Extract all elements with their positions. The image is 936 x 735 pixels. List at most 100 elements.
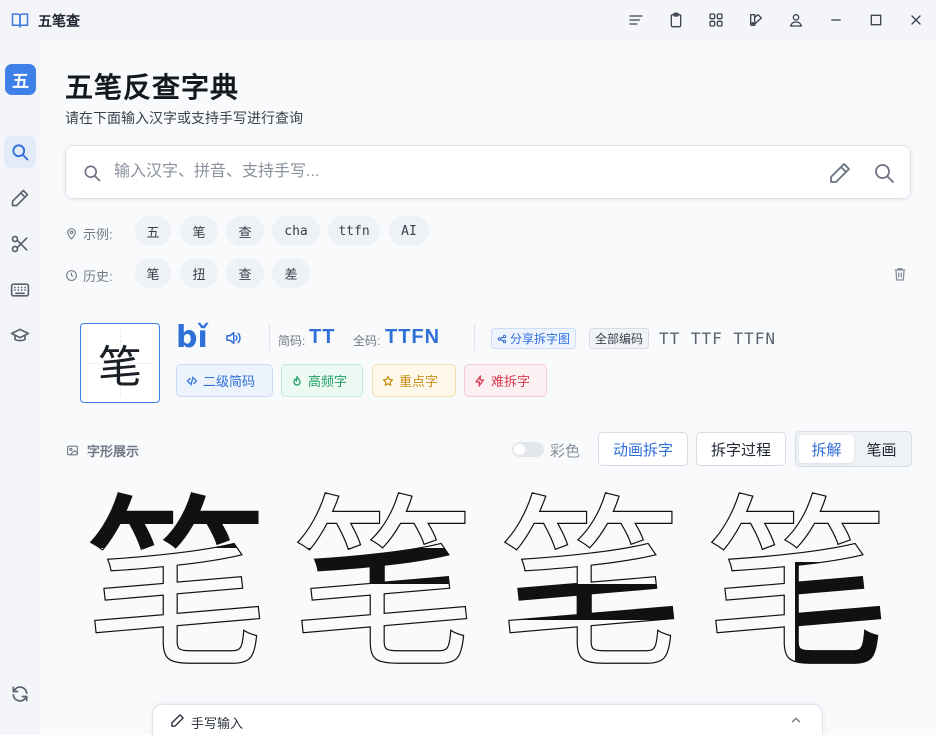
badge-label: 二级简码 — [203, 374, 256, 389]
divider — [269, 323, 270, 351]
clipboard-icon — [670, 12, 682, 28]
sidebar: 五 — [0, 40, 40, 735]
glyph-panel-1: 笔 笔 — [84, 492, 271, 678]
glyph-display-label-text: 字形展示 — [87, 444, 140, 459]
mode-strokes[interactable]: 笔画 — [854, 435, 909, 463]
sidebar-item-learn[interactable] — [4, 320, 36, 352]
badge-label: 难拆字 — [491, 374, 531, 389]
search-input[interactable] — [114, 146, 814, 198]
main-panel: 五笔反查字典 请在下面输入汉字或支持手写进行查询 示例: 五 笔 查 cha t… — [40, 40, 936, 735]
title-bar: 五笔查 — [0, 0, 936, 40]
user-icon — [789, 14, 803, 27]
examples-label-text: 示例: — [83, 227, 113, 242]
image-icon — [67, 445, 78, 456]
sync-button[interactable] — [4, 678, 36, 710]
example-chip[interactable]: 五 — [135, 216, 171, 246]
glyph-display-label: 字形展示 — [66, 441, 139, 460]
app-logo-text: 五 — [12, 72, 29, 92]
account-button[interactable] — [776, 0, 816, 40]
result-character: 笔 — [98, 342, 142, 393]
color-toggle-label: 彩色 — [550, 443, 581, 460]
window-title: 五笔查 — [38, 13, 80, 29]
page-title: 五笔反查字典 — [65, 72, 240, 103]
app-logo: 五 — [5, 64, 36, 95]
maximize-button[interactable] — [856, 0, 896, 40]
history-label: 历史: — [65, 266, 113, 285]
display-mode-toggle: 拆解 笔画 — [795, 431, 912, 467]
badge-key-character: 重点字 — [372, 364, 456, 397]
pencil-icon — [171, 714, 184, 727]
divider — [474, 323, 475, 351]
search-icon — [12, 144, 29, 161]
handwrite-pencil-icon[interactable] — [828, 161, 852, 185]
bolt-icon — [475, 374, 485, 387]
sidebar-item-search[interactable] — [4, 136, 36, 168]
share-split-label: 分享拆字图 — [510, 332, 571, 346]
example-chip[interactable]: AI — [389, 216, 429, 246]
glyph-panel-3: 笔 笔 — [497, 492, 684, 678]
star-icon — [382, 375, 394, 386]
example-chip[interactable]: cha — [272, 216, 320, 246]
chevron-up-icon[interactable] — [789, 713, 803, 727]
code-icon — [186, 375, 198, 386]
examples-label: 示例: — [65, 224, 113, 243]
book-icon — [11, 13, 29, 28]
mode-decompose[interactable]: 拆解 — [799, 435, 854, 463]
minimize-button[interactable] — [816, 0, 856, 40]
minimize-icon — [831, 19, 841, 21]
quanma-value: TTFN — [385, 326, 441, 348]
color-toggle[interactable] — [512, 442, 544, 457]
history-chip[interactable]: 笔 — [135, 258, 171, 288]
glyph-outline: 笔 — [291, 492, 477, 678]
clock-icon — [66, 270, 77, 281]
badge-secondary-code: 二级简码 — [176, 364, 273, 397]
refresh-icon — [12, 686, 28, 702]
menu-button[interactable] — [616, 0, 656, 40]
jianma-label: 简码: — [278, 334, 306, 348]
pencil-icon — [11, 189, 29, 207]
result-pinyin: bǐ — [176, 320, 208, 355]
history-chip[interactable]: 查 — [226, 258, 264, 288]
animate-split-button[interactable]: 动画拆字 — [598, 432, 688, 466]
result-character-box: 笔 — [80, 323, 160, 403]
badge-label: 重点字 — [399, 374, 439, 389]
sidebar-item-keyboard[interactable] — [4, 274, 36, 306]
close-icon — [911, 15, 921, 25]
all-codes-label: 全部编码 — [589, 328, 650, 349]
speaker-icon[interactable] — [224, 329, 242, 347]
share-icon — [497, 334, 507, 343]
share-split-button[interactable]: 分享拆字图 — [491, 328, 577, 349]
close-button[interactable] — [896, 0, 936, 40]
theme-button[interactable] — [736, 0, 776, 40]
search-box — [65, 145, 911, 199]
keyboard-icon — [10, 283, 30, 297]
quanma-label: 全码: — [353, 334, 381, 348]
badge-high-frequency: 高频字 — [281, 364, 363, 397]
apps-button[interactable] — [696, 0, 736, 40]
page-subtitle: 请在下面输入汉字或支持手写进行查询 — [65, 110, 303, 126]
glyph-panel-2: 笔 笔 — [290, 492, 477, 678]
map-pin-icon — [67, 228, 76, 240]
handwriting-drawer[interactable]: 手写输入 — [152, 704, 823, 735]
palette-icon — [750, 14, 762, 26]
badge-hard-split: 难拆字 — [464, 364, 547, 397]
handwriting-label: 手写输入 — [191, 716, 244, 731]
example-chip[interactable]: 笔 — [180, 216, 218, 246]
history-chip[interactable]: 差 — [272, 258, 310, 288]
scissors-icon — [11, 235, 28, 253]
all-codes-list: TT TTF TTFN — [659, 329, 776, 348]
example-chip[interactable]: 查 — [226, 216, 264, 246]
sidebar-item-split[interactable] — [4, 228, 36, 260]
search-submit-icon[interactable] — [872, 161, 896, 185]
search-icon — [84, 165, 101, 182]
clipboard-button[interactable] — [656, 0, 696, 40]
flame-icon — [293, 375, 301, 386]
sidebar-item-handwrite[interactable] — [4, 182, 36, 214]
example-chip[interactable]: ttfn — [328, 216, 380, 246]
split-process-button[interactable]: 拆字过程 — [696, 432, 786, 466]
grid-icon — [709, 13, 723, 27]
menu-lines-icon — [629, 15, 643, 25]
glyph-panel-4: 笔 笔 — [704, 492, 891, 678]
history-chip[interactable]: 扭 — [180, 258, 218, 288]
trash-icon[interactable] — [892, 266, 908, 282]
